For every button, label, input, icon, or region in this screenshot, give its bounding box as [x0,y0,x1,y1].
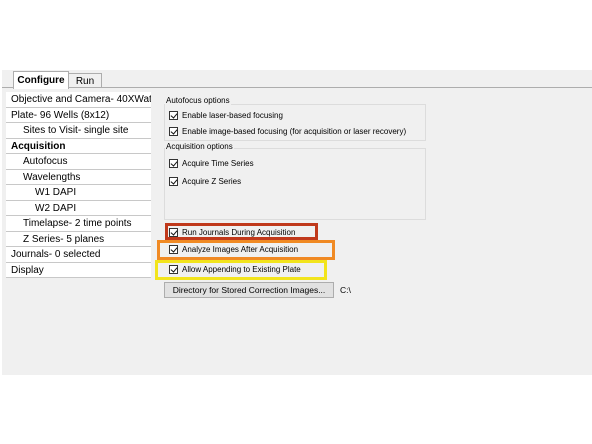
analyze-images-option[interactable]: Analyze Images After Acquisition [169,243,298,255]
allow-appending-label: Allow Appending to Existing Plate [182,264,301,274]
sidebar-item-timelapse[interactable]: Timelapse- 2 time points [6,216,151,232]
sidebar-item-journals[interactable]: Journals- 0 selected [6,247,151,263]
acquire-z-series-label: Acquire Z Series [182,176,242,186]
acquisition-options-title: Acquisition options [165,142,234,151]
sidebar-item-w1-dapi[interactable]: W1 DAPI [6,185,151,201]
enable-laser-focusing-label: Enable laser-based focusing [182,110,283,120]
sidebar-item-autofocus[interactable]: Autofocus [6,154,151,170]
autofocus-options-title: Autofocus options [165,96,231,105]
acquire-z-series-checkbox[interactable] [169,176,178,186]
run-journals-checkbox[interactable] [169,227,178,237]
sidebar-item-wavelengths[interactable]: Wavelengths [6,169,151,185]
sidebar-item-objective-camera[interactable]: Objective and Camera- 40XWater [6,92,151,108]
sidebar-item-z-series[interactable]: Z Series- 5 planes [6,231,151,247]
tab-run[interactable]: Run [68,73,102,88]
acquire-z-series-option[interactable]: Acquire Z Series [169,175,241,187]
tab-bar: Configure Run [2,70,592,89]
enable-image-focusing-option[interactable]: Enable image-based focusing (for acquisi… [169,125,406,137]
acquire-time-series-label: Acquire Time Series [182,158,254,168]
analyze-images-checkbox[interactable] [169,244,178,254]
acquire-time-series-option[interactable]: Acquire Time Series [169,157,254,169]
sidebar-item-display[interactable]: Display [6,262,151,278]
configure-window: Configure Run Objective and Camera- 40XW… [2,70,592,375]
enable-laser-focusing-option[interactable]: Enable laser-based focusing [169,109,283,121]
sidebar-item-sites-to-visit[interactable]: Sites to Visit- single site [6,123,151,139]
run-journals-label: Run Journals During Acquisition [182,227,296,237]
sidebar-item-plate[interactable]: Plate- 96 Wells (8x12) [6,107,151,123]
allow-appending-option[interactable]: Allow Appending to Existing Plate [169,263,301,275]
enable-laser-focusing-checkbox[interactable] [169,110,178,120]
sidebar: Objective and Camera- 40XWater Plate- 96… [6,92,151,278]
analyze-images-label: Analyze Images After Acquisition [182,244,299,254]
sidebar-item-w2-dapi[interactable]: W2 DAPI [6,200,151,216]
acquire-time-series-checkbox[interactable] [169,158,178,168]
run-journals-option[interactable]: Run Journals During Acquisition [169,226,295,238]
enable-image-focusing-label: Enable image-based focusing (for acquisi… [182,126,407,136]
allow-appending-checkbox[interactable] [169,264,178,274]
enable-image-focusing-checkbox[interactable] [169,126,178,136]
tab-configure[interactable]: Configure [13,71,69,89]
sidebar-item-acquisition[interactable]: Acquisition [6,138,151,154]
acquisition-panel: Autofocus options Enable laser-based foc… [152,88,592,375]
correction-directory-button[interactable]: Directory for Stored Correction Images..… [164,282,334,298]
correction-directory-path: C:\ [340,285,351,295]
